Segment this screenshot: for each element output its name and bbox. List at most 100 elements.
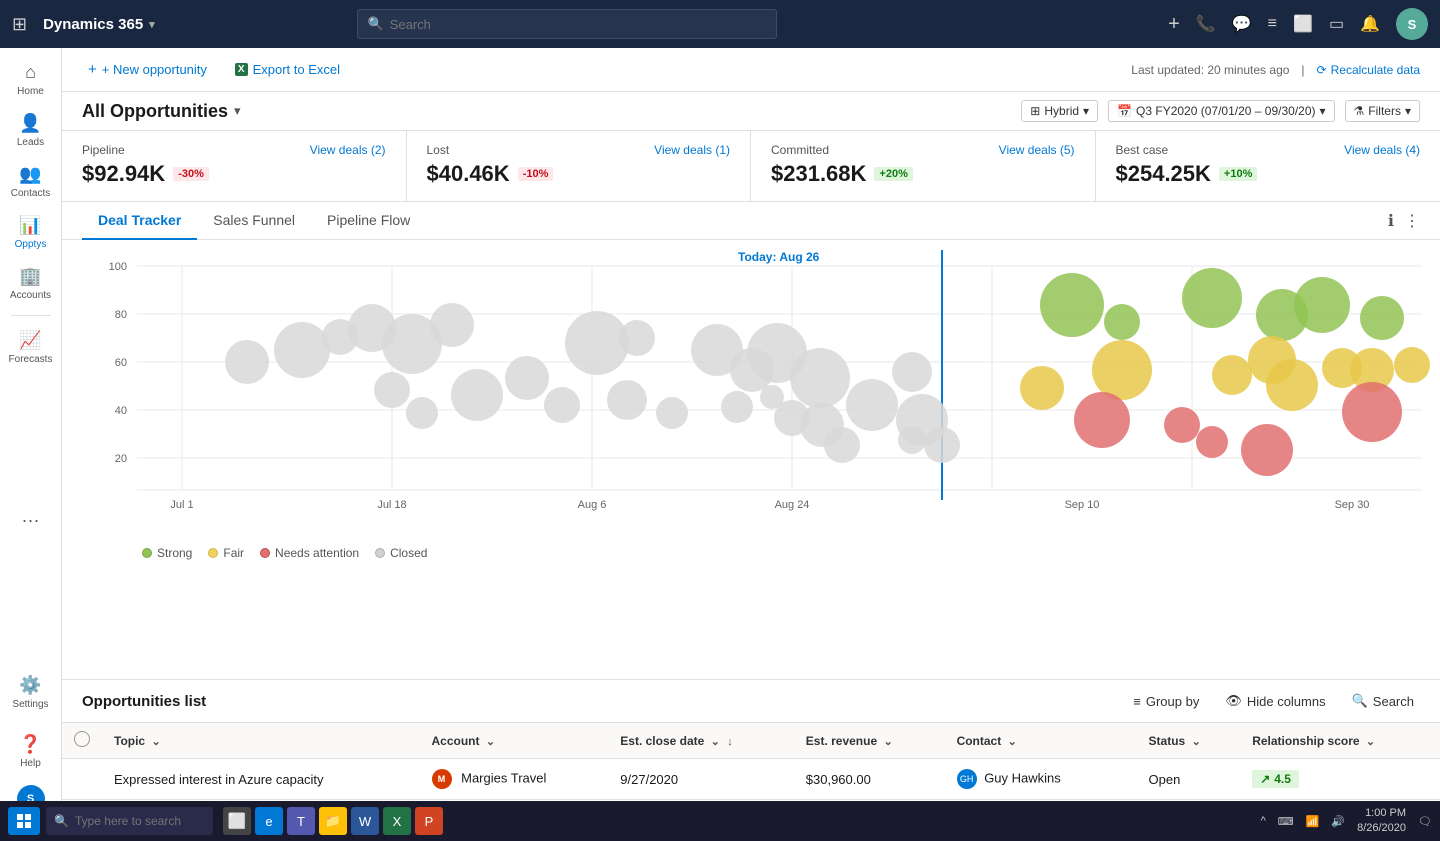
relationship-score-sort-icon[interactable]: ⌄ xyxy=(1366,736,1375,748)
topic-value: Expressed interest in Azure capacity xyxy=(114,772,324,787)
card-title: Committed xyxy=(771,143,829,157)
sidebar-item-accounts[interactable]: 🏢 Accounts xyxy=(2,260,60,307)
group-by-button[interactable]: ≡ Group by xyxy=(1127,691,1205,712)
hybrid-view-selector[interactable]: ⊞ Hybrid ▾ xyxy=(1021,100,1098,122)
contact-sort-icon[interactable]: ⌄ xyxy=(1008,736,1017,748)
layout-icon[interactable]: ▭ xyxy=(1329,14,1344,34)
card-value: $254.25K +10% xyxy=(1116,161,1421,187)
global-search[interactable]: 🔍 xyxy=(357,9,777,39)
taskbar-app-word[interactable]: W xyxy=(351,807,379,835)
tab-pipeline-flow[interactable]: Pipeline Flow xyxy=(311,202,426,240)
col-relationship-score[interactable]: Relationship score ⌄ xyxy=(1240,723,1440,759)
est-revenue-col-label: Est. revenue xyxy=(806,734,877,748)
main-content: + + New opportunity X Export to Excel La… xyxy=(62,48,1440,841)
taskbar-app-teams[interactable]: T xyxy=(287,807,315,835)
add-icon[interactable]: + xyxy=(1168,13,1180,36)
view-chevron-icon[interactable]: ▾ xyxy=(234,103,241,119)
recalculate-button[interactable]: ⟳ Recalculate data xyxy=(1317,63,1420,77)
sidebar-item-leads[interactable]: 👤 Leads xyxy=(2,107,60,154)
svg-text:40: 40 xyxy=(115,405,127,417)
col-status[interactable]: Status ⌄ xyxy=(1137,723,1241,759)
grid-icon[interactable]: ⊞ xyxy=(12,14,27,35)
chat-icon[interactable]: 💬 xyxy=(1232,14,1252,34)
svg-text:60: 60 xyxy=(115,357,127,369)
col-contact[interactable]: Contact ⌄ xyxy=(945,723,1137,759)
legend-fair: Fair xyxy=(208,546,244,560)
taskbar-app-powerpoint[interactable]: P xyxy=(415,807,443,835)
tab-sales-funnel[interactable]: Sales Funnel xyxy=(197,202,311,240)
select-all-checkbox[interactable] xyxy=(74,731,90,747)
notification-icon[interactable]: 🗨 xyxy=(1418,815,1432,828)
est-revenue-sort-icon[interactable]: ⌄ xyxy=(883,736,892,748)
view-deals-link[interactable]: View deals (5) xyxy=(999,143,1075,157)
row-account[interactable]: M Margies Travel xyxy=(420,759,609,800)
screen-icon[interactable]: ⬜ xyxy=(1293,14,1313,34)
new-opportunity-button[interactable]: + + New opportunity xyxy=(82,57,213,82)
est-close-sort-icon[interactable]: ⌄ xyxy=(711,736,720,748)
taskbar-keyboard-icon[interactable]: ⌨ xyxy=(1278,815,1294,828)
col-est-close[interactable]: Est. close date ⌄ ↓ xyxy=(608,723,793,759)
export-excel-button[interactable]: X Export to Excel xyxy=(229,58,346,81)
card-header: Pipeline View deals (2) xyxy=(82,143,386,157)
taskbar-volume-icon[interactable]: 🔊 xyxy=(1331,815,1345,828)
search-button[interactable]: 🔍 Search xyxy=(1346,690,1420,712)
taskbar-app-excel[interactable]: X xyxy=(383,807,411,835)
row-topic[interactable]: Expressed interest in Azure capacity xyxy=(102,759,420,800)
col-est-revenue[interactable]: Est. revenue ⌄ xyxy=(794,723,945,759)
taskbar-app-cortana[interactable]: ⬜ xyxy=(223,807,251,835)
sidebar-item-forecasts[interactable]: 📈 Forecasts xyxy=(2,324,60,371)
taskbar-wifi-icon[interactable]: 📶 xyxy=(1306,815,1320,828)
sidebar-item-contacts[interactable]: 👥 Contacts xyxy=(2,158,60,205)
col-account[interactable]: Account ⌄ xyxy=(420,723,609,759)
row-check[interactable] xyxy=(62,759,102,800)
chart-info-button[interactable]: ℹ xyxy=(1388,211,1394,231)
app-logo[interactable]: Dynamics 365 ▾ xyxy=(43,16,155,33)
hide-columns-icon: 👁 xyxy=(1225,693,1242,709)
chart-more-button[interactable]: ⋮ xyxy=(1404,211,1420,231)
sidebar-item-home[interactable]: ⌂ Home xyxy=(2,56,60,103)
svg-text:Aug 6: Aug 6 xyxy=(578,499,607,511)
account-col-label: Account xyxy=(432,734,480,748)
user-avatar[interactable]: S xyxy=(1396,8,1428,40)
tab-deal-tracker[interactable]: Deal Tracker xyxy=(82,202,197,240)
view-deals-link[interactable]: View deals (2) xyxy=(310,143,386,157)
sidebar-item-opptys[interactable]: 📊 Opptys xyxy=(2,209,60,256)
taskbar-app-explorer[interactable]: 📁 xyxy=(319,807,347,835)
search-icon: 🔍 xyxy=(1352,693,1368,709)
contact-name: Guy Hawkins xyxy=(984,770,1061,785)
start-button[interactable] xyxy=(8,807,40,835)
taskbar-search-input[interactable] xyxy=(75,814,205,828)
view-deals-link[interactable]: View deals (1) xyxy=(654,143,730,157)
bell-icon[interactable]: 🔔 xyxy=(1360,14,1380,34)
sidebar-item-help[interactable]: ❓ Help xyxy=(2,728,60,775)
filters-button[interactable]: ⚗ Filters ▾ xyxy=(1345,100,1420,122)
row-status: Open xyxy=(1137,759,1241,800)
lost-value: $40.46K xyxy=(427,161,510,187)
list-icon[interactable]: ≡ xyxy=(1268,15,1277,33)
view-deals-link[interactable]: View deals (4) xyxy=(1344,143,1420,157)
opp-list-actions: ≡ Group by 👁 Hide columns 🔍 Search xyxy=(1127,690,1420,712)
phone-icon[interactable]: 📞 xyxy=(1196,14,1216,34)
date-range-label: Q3 FY2020 (07/01/20 – 09/30/20) xyxy=(1136,104,1315,118)
taskbar-right: ^ ⌨ 📶 🔊 1:00 PM 8/26/2020 🗨 xyxy=(1261,806,1432,837)
hybrid-label: Hybrid xyxy=(1044,104,1079,118)
strong-label: Strong xyxy=(157,546,192,560)
action-bar-right: Last updated: 20 minutes ago | ⟳ Recalcu… xyxy=(1131,63,1420,77)
sidebar-settings-label: Settings xyxy=(12,699,48,710)
col-topic[interactable]: Topic ⌄ xyxy=(102,723,420,759)
date-range-selector[interactable]: 📅 Q3 FY2020 (07/01/20 – 09/30/20) ▾ xyxy=(1108,100,1334,122)
taskbar-chevron-icon[interactable]: ^ xyxy=(1261,815,1266,827)
status-sort-icon[interactable]: ⌄ xyxy=(1192,736,1201,748)
account-sort-icon[interactable]: ⌄ xyxy=(486,736,495,748)
search-input[interactable] xyxy=(390,17,766,32)
settings-icon: ⚙️ xyxy=(19,675,41,696)
taskbar-search[interactable]: 🔍 xyxy=(46,807,213,835)
col-check[interactable] xyxy=(62,723,102,759)
deal-tracker-chart: 100 80 60 40 20 Jul 1 Jul 18 Aug 6 Aug 2… xyxy=(82,250,1437,540)
sidebar-more-button[interactable]: ··· xyxy=(14,502,48,539)
taskbar-apps: ⬜ e T 📁 W X P xyxy=(223,807,443,835)
taskbar-app-edge[interactable]: e xyxy=(255,807,283,835)
hide-columns-button[interactable]: 👁 Hide columns xyxy=(1219,690,1331,712)
topic-sort-icon[interactable]: ⌄ xyxy=(151,736,160,748)
sidebar-item-settings[interactable]: ⚙️ Settings xyxy=(2,669,60,716)
